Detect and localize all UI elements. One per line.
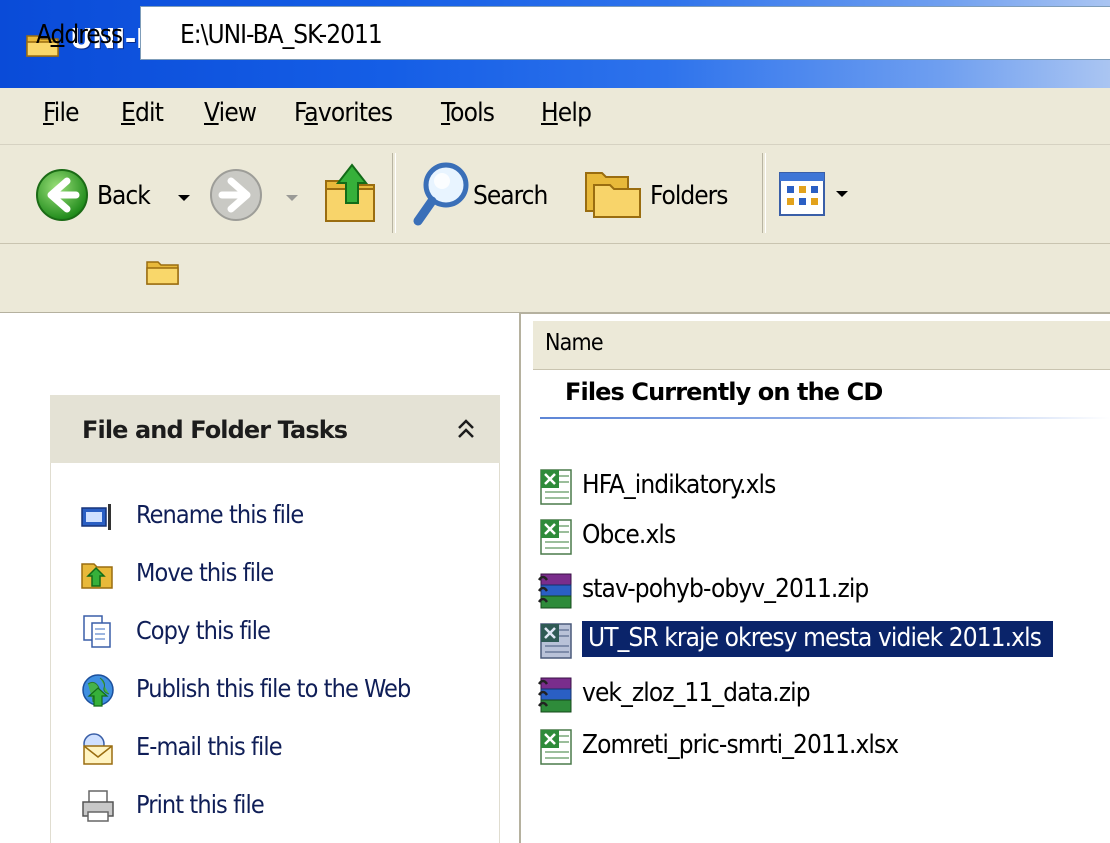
excel-file-icon [540,469,572,505]
task-label: Publish this file to the Web [136,674,411,703]
file-name: vek_zloz_11_data.zip [582,678,811,708]
task-label: Rename this file [136,500,304,529]
menu-tools[interactable]: Tools [441,98,495,128]
forward-dropdown-icon[interactable] [286,195,298,201]
globe-icon [82,674,114,707]
rename-icon [81,504,111,530]
tasks-panel-title: File and Folder Tasks [82,416,348,444]
menu-favorites[interactable]: Favorites [294,98,393,128]
excel-file-icon [540,729,572,765]
toolbar: Back Search Folders [0,145,1110,244]
email-icon [83,733,113,765]
file-name: Zomreti_pric-smrti_2011.xlsx [582,730,899,760]
search-icon [413,162,469,226]
search-button[interactable]: Search [410,159,570,229]
menu-edit[interactable]: Edit [121,98,164,128]
forward-arrow-icon [210,169,262,221]
back-dropdown-icon[interactable] [178,195,190,201]
menu-view[interactable]: View [204,98,257,128]
file-name: HFA_indikatory.xls [582,470,776,500]
task-label: E-mail this file [136,732,283,761]
file-name: stav-pohyb-obyv_2011.zip [582,574,869,604]
copy-icon [83,615,111,648]
back-label: Back [97,181,151,211]
back-button[interactable]: Back [32,165,222,225]
search-label: Search [473,181,548,211]
back-arrow-icon [36,169,88,221]
address-folder-icon [146,261,179,285]
folders-icon [585,172,641,218]
task-label: Move this file [136,558,274,587]
address-value: E:\UNI-BA_SK-2011 [180,20,383,50]
menu-bar: File Edit View Favorites Tools Help [0,88,1110,145]
file-name: UT_SR kraje okresy mesta vidiek 2011.xls [582,621,1054,657]
views-button[interactable] [778,171,862,221]
views-icon [779,172,825,216]
folders-button[interactable]: Folders [582,159,742,229]
address-label: Address [36,20,123,50]
move-icon [81,563,113,589]
collapse-chevron-icon[interactable] [455,417,477,441]
rar-archive-icon [537,573,572,609]
folders-label: Folders [650,181,728,211]
group-divider [540,417,1110,419]
rar-archive-icon [537,677,572,713]
menu-help[interactable]: Help [541,98,592,128]
task-label: Print this file [136,790,265,819]
group-title: Files Currently on the CD [565,378,883,406]
excel-file-icon [540,623,572,659]
file-name: Obce.xls [582,520,676,550]
views-dropdown-icon[interactable] [836,191,848,197]
column-header-label: Name [545,330,604,356]
printer-icon [82,790,114,822]
forward-button[interactable] [206,165,306,225]
task-label: Copy this file [136,616,271,645]
column-header-name[interactable] [533,320,1110,370]
excel-file-icon [540,519,572,555]
folder-up-icon[interactable] [322,159,378,225]
menu-file[interactable]: File [43,98,80,128]
